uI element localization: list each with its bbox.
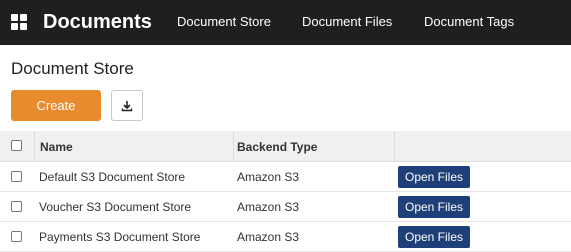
column-header-name[interactable]: Name [40,139,73,155]
column-divider [394,131,395,162]
table-row[interactable]: Default S3 Document Store Amazon S3 Open… [0,162,571,192]
column-divider [233,131,234,162]
column-divider [34,131,35,162]
table-row[interactable]: Payments S3 Document Store Amazon S3 Ope… [0,222,571,252]
download-icon [121,100,133,111]
nav-document-tags[interactable]: Document Tags [424,14,514,30]
cell-name: Payments S3 Document Store [39,230,201,244]
open-files-button[interactable]: Open Files [398,166,470,188]
cell-name: Default S3 Document Store [39,170,186,184]
row-checkbox[interactable] [11,201,22,212]
cell-name: Voucher S3 Document Store [39,200,192,214]
cell-backend-type: Amazon S3 [237,200,300,214]
cell-backend-type: Amazon S3 [237,230,300,244]
table-header: Name Backend Type [0,131,571,162]
app-title: Documents [43,11,152,33]
top-bar: Documents Document Store Document Files … [0,0,571,45]
select-all-checkbox[interactable] [11,140,22,151]
create-button[interactable]: Create [11,90,101,121]
row-checkbox[interactable] [11,171,22,182]
download-button[interactable] [111,90,143,121]
column-header-backend-type[interactable]: Backend Type [237,139,317,155]
page-title: Document Store [11,59,134,78]
grid-icon[interactable] [11,14,27,30]
cell-backend-type: Amazon S3 [237,170,300,184]
open-files-button[interactable]: Open Files [398,226,470,248]
nav-document-store[interactable]: Document Store [177,14,271,30]
nav-document-files[interactable]: Document Files [302,14,392,30]
table-row[interactable]: Voucher S3 Document Store Amazon S3 Open… [0,192,571,222]
open-files-button[interactable]: Open Files [398,196,470,218]
row-checkbox[interactable] [11,231,22,242]
